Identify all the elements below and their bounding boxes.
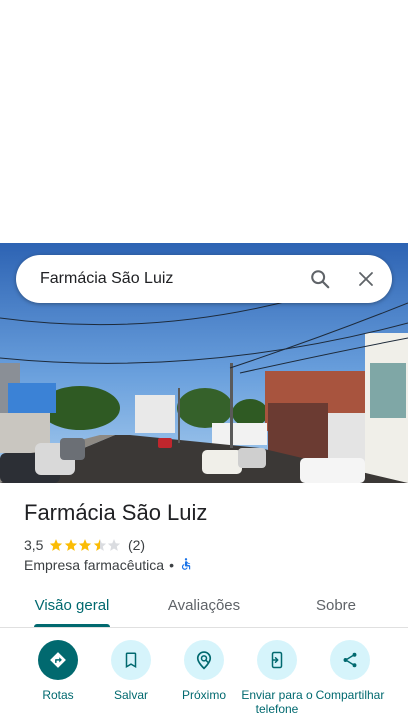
active-tab-indicator xyxy=(34,624,110,627)
tab-reviews[interactable]: Avaliações xyxy=(154,584,254,626)
category-row: Empresa farmacêutica • xyxy=(24,556,193,574)
star-icon xyxy=(64,539,78,551)
share-button[interactable]: Compartilhar xyxy=(312,640,388,702)
star-rating xyxy=(49,538,122,552)
send-to-phone-button[interactable]: Enviar para o telefone xyxy=(239,640,315,716)
directions-button[interactable]: Rotas xyxy=(20,640,96,702)
directions-label: Rotas xyxy=(42,688,74,702)
nearby-icon[interactable] xyxy=(184,640,224,680)
reviews-count: (2) xyxy=(127,537,146,553)
directions-icon[interactable] xyxy=(38,640,78,680)
nearby-label: Próximo xyxy=(181,688,226,702)
star-half-icon xyxy=(93,539,107,551)
star-icon xyxy=(79,539,92,551)
place-tabs: Visão geral Avaliações Sobre xyxy=(0,584,408,628)
star-empty-icon xyxy=(108,539,121,551)
send-to-phone-label: Enviar para o telefone xyxy=(241,688,313,716)
close-icon[interactable] xyxy=(346,259,386,299)
tab-overview[interactable]: Visão geral xyxy=(22,584,122,626)
search-bar[interactable]: Farmácia São Luiz xyxy=(16,255,392,303)
send-to-phone-icon[interactable] xyxy=(257,640,297,680)
nearby-button[interactable]: Próximo xyxy=(166,640,242,702)
action-bar: Rotas Salvar Próximo Enviar para o telef… xyxy=(0,640,408,726)
bookmark-icon[interactable] xyxy=(111,640,151,680)
search-input[interactable]: Farmácia São Luiz xyxy=(40,270,300,288)
save-label: Salvar xyxy=(113,688,148,702)
tab-about[interactable]: Sobre xyxy=(286,584,386,626)
save-button[interactable]: Salvar xyxy=(93,640,169,702)
star-icon xyxy=(50,539,63,551)
rating-value: 3,5 xyxy=(24,537,44,553)
search-icon[interactable] xyxy=(300,259,340,299)
place-category: Empresa farmacêutica xyxy=(24,557,165,573)
place-title: Farmácia São Luiz xyxy=(24,500,208,525)
share-icon[interactable] xyxy=(330,640,370,680)
wheelchair-accessible-icon xyxy=(179,557,193,574)
rating-row[interactable]: 3,5 (2) xyxy=(24,536,145,554)
separator: • xyxy=(169,557,174,573)
share-label: Compartilhar xyxy=(315,688,385,702)
